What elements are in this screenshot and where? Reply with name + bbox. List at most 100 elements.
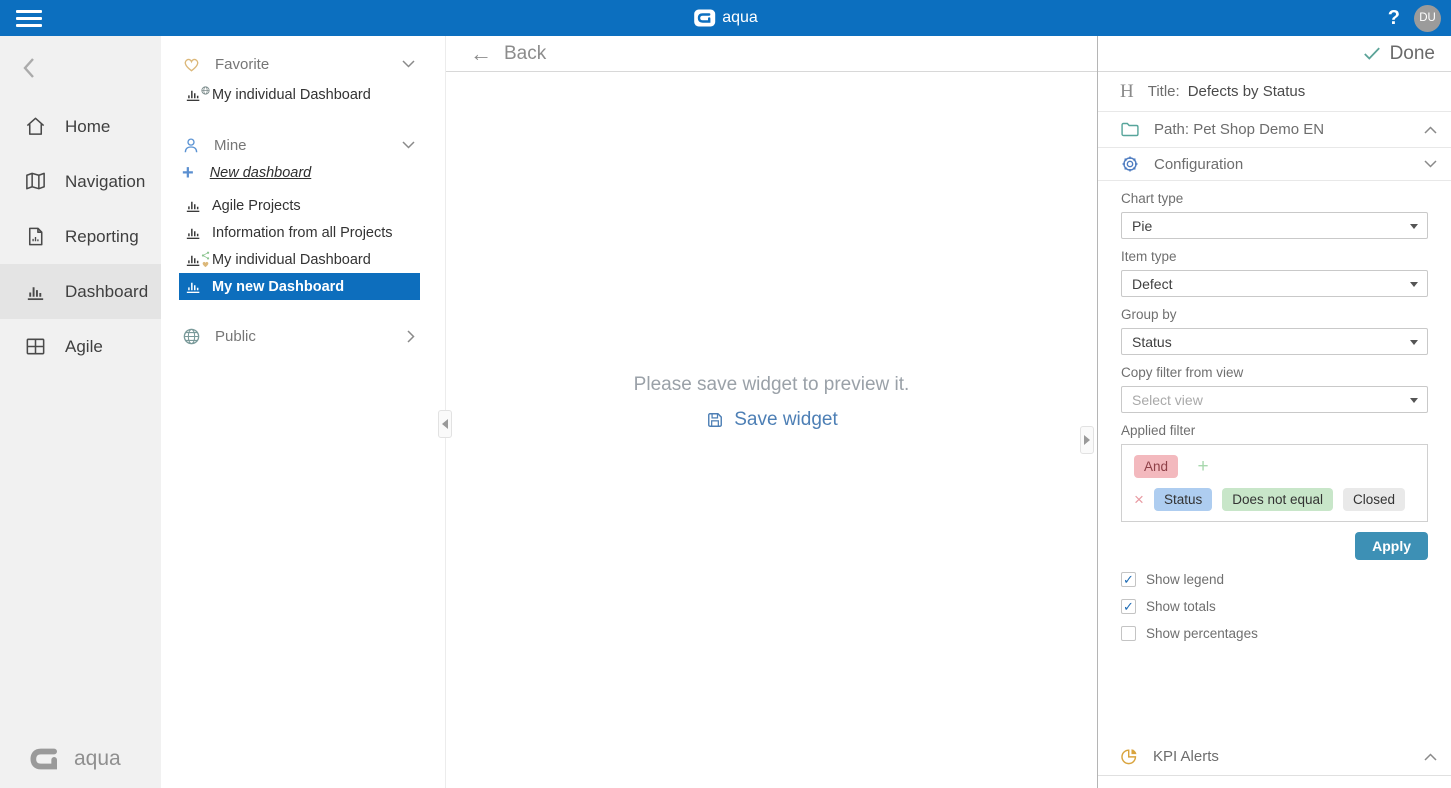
tree-item-label: Information from all Projects bbox=[212, 225, 393, 241]
heart-icon bbox=[182, 55, 201, 73]
top-bar: aqua ? DU bbox=[0, 0, 1451, 36]
done-button[interactable]: Done bbox=[1363, 43, 1435, 65]
section-label: Mine bbox=[214, 137, 247, 154]
chevron-down-icon bbox=[1424, 160, 1437, 168]
pie-chart-icon bbox=[1120, 747, 1139, 766]
section-label: Public bbox=[215, 328, 256, 345]
app-brand: aqua bbox=[693, 9, 758, 27]
collapse-rail-button[interactable] bbox=[22, 56, 161, 85]
sidebar-item-home[interactable]: Home bbox=[0, 99, 161, 154]
dashboard-icon bbox=[24, 280, 47, 303]
section-public[interactable]: Public bbox=[161, 322, 445, 350]
title-value[interactable]: Defects by Status bbox=[1188, 83, 1306, 100]
remove-condition-icon[interactable]: × bbox=[1134, 490, 1144, 510]
group-by-select[interactable]: Status bbox=[1121, 328, 1428, 355]
save-widget-label: Save widget bbox=[734, 409, 838, 431]
caret-down-icon bbox=[1410, 398, 1418, 403]
item-type-value: Defect bbox=[1132, 276, 1172, 292]
chevron-down-icon bbox=[402, 141, 415, 149]
tree-item-my-individual-dashboard[interactable]: My individual Dashboard bbox=[179, 246, 420, 273]
avatar[interactable]: DU bbox=[1414, 5, 1441, 32]
gear-icon bbox=[1120, 154, 1140, 174]
applied-filter-label: Applied filter bbox=[1121, 423, 1428, 439]
widget-preview-area: Please save widget to preview it. Save w… bbox=[446, 44, 1097, 760]
left-rail: Home Navigation Reporting Dashboard Agil… bbox=[0, 36, 161, 788]
save-widget-button[interactable]: Save widget bbox=[705, 409, 838, 431]
tree-item-label: My individual Dashboard bbox=[212, 252, 371, 268]
caret-down-icon bbox=[1410, 282, 1418, 287]
globe-badge-icon bbox=[201, 83, 210, 99]
aqua-logo-gray-icon bbox=[26, 744, 64, 774]
sidebar-item-label: Reporting bbox=[65, 227, 139, 247]
menu-icon[interactable] bbox=[16, 10, 42, 27]
item-type-select[interactable]: Defect bbox=[1121, 270, 1428, 297]
checkbox-checked-icon: ✓ bbox=[1121, 599, 1136, 614]
map-icon bbox=[24, 170, 47, 193]
sidebar-item-label: Home bbox=[65, 117, 110, 137]
applied-filter-box: And + × Status Does not equal Closed bbox=[1121, 444, 1428, 522]
new-dashboard-button[interactable]: + New dashboard bbox=[161, 159, 445, 186]
show-legend-option[interactable]: ✓ Show legend bbox=[1121, 572, 1428, 587]
expand-panel-handle[interactable] bbox=[1080, 426, 1094, 454]
configuration-row[interactable]: Configuration bbox=[1098, 148, 1451, 181]
copy-filter-select[interactable]: Select view bbox=[1121, 386, 1428, 413]
done-label: Done bbox=[1390, 43, 1435, 65]
help-icon[interactable]: ? bbox=[1388, 7, 1400, 30]
apply-button[interactable]: Apply bbox=[1355, 532, 1428, 560]
filter-operator-row: And + bbox=[1134, 455, 1415, 478]
caret-down-icon bbox=[1410, 224, 1418, 229]
heading-icon: H bbox=[1120, 81, 1134, 103]
sidebar-item-reporting[interactable]: Reporting bbox=[0, 209, 161, 264]
check-icon bbox=[1363, 46, 1381, 61]
filter-operator-chip[interactable]: And bbox=[1134, 455, 1178, 478]
tree-item-label: My new Dashboard bbox=[212, 279, 344, 295]
show-percentages-option[interactable]: Show percentages bbox=[1121, 626, 1428, 641]
sidebar-item-label: Navigation bbox=[65, 172, 145, 192]
tree-item-my-new-dashboard[interactable]: My new Dashboard bbox=[179, 273, 420, 300]
inspector-toolbar: Done bbox=[1098, 36, 1451, 72]
section-favorite[interactable]: Favorite bbox=[161, 50, 445, 78]
condition-operator-chip[interactable]: Does not equal bbox=[1222, 488, 1333, 511]
chart-type-select[interactable]: Pie bbox=[1121, 212, 1428, 239]
chevron-down-icon bbox=[402, 60, 415, 68]
rail-footer-brand-text: aqua bbox=[74, 747, 121, 771]
new-dashboard-label: New dashboard bbox=[206, 165, 316, 181]
checkbox-unchecked-icon bbox=[1121, 626, 1136, 641]
path-row[interactable]: Path: Pet Shop Demo EN bbox=[1098, 112, 1451, 148]
sidebar-item-dashboard[interactable]: Dashboard bbox=[0, 264, 161, 319]
sidebar-item-navigation[interactable]: Navigation bbox=[0, 154, 161, 209]
title-label: Title: bbox=[1148, 83, 1180, 100]
home-icon bbox=[24, 115, 47, 138]
main-area: ← Back Please save widget to preview it.… bbox=[446, 36, 1097, 788]
tree-item-agile-projects[interactable]: Agile Projects bbox=[179, 192, 420, 219]
show-totals-label: Show totals bbox=[1146, 599, 1216, 614]
chart-icon bbox=[185, 225, 202, 240]
chevron-up-icon bbox=[1424, 126, 1437, 134]
condition-value-chip[interactable]: Closed bbox=[1343, 488, 1405, 511]
condition-field-chip[interactable]: Status bbox=[1154, 488, 1212, 511]
kpi-alerts-row[interactable]: KPI Alerts bbox=[1098, 738, 1451, 776]
group-by-value: Status bbox=[1132, 334, 1172, 350]
tree-item-label: My individual Dashboard bbox=[212, 87, 371, 103]
copy-filter-placeholder: Select view bbox=[1132, 392, 1203, 408]
chart-icon bbox=[185, 252, 202, 267]
checkbox-checked-icon: ✓ bbox=[1121, 572, 1136, 587]
tree-item-label: Agile Projects bbox=[212, 198, 301, 214]
add-condition-icon[interactable]: + bbox=[1197, 456, 1208, 477]
collapse-tree-handle[interactable] bbox=[438, 410, 452, 438]
show-percentages-label: Show percentages bbox=[1146, 626, 1258, 641]
chart-icon bbox=[185, 87, 202, 102]
configuration-form: Chart type Pie Item type Defect Group by… bbox=[1098, 181, 1451, 653]
kpi-alerts-label: KPI Alerts bbox=[1153, 748, 1219, 765]
caret-down-icon bbox=[1410, 340, 1418, 345]
tree-item-information-from-all-projects[interactable]: Information from all Projects bbox=[179, 219, 420, 246]
widget-inspector-panel: Done H Title: Defects by Status Path: Pe… bbox=[1097, 36, 1451, 788]
sidebar-item-label: Agile bbox=[65, 337, 103, 357]
section-mine[interactable]: Mine bbox=[161, 131, 445, 159]
agile-icon bbox=[24, 335, 47, 358]
tree-item-favorite-dashboard[interactable]: My individual Dashboard bbox=[179, 81, 420, 108]
triangle-left-icon bbox=[442, 419, 448, 429]
show-totals-option[interactable]: ✓ Show totals bbox=[1121, 599, 1428, 614]
chevron-left-icon bbox=[22, 56, 36, 80]
sidebar-item-agile[interactable]: Agile bbox=[0, 319, 161, 374]
